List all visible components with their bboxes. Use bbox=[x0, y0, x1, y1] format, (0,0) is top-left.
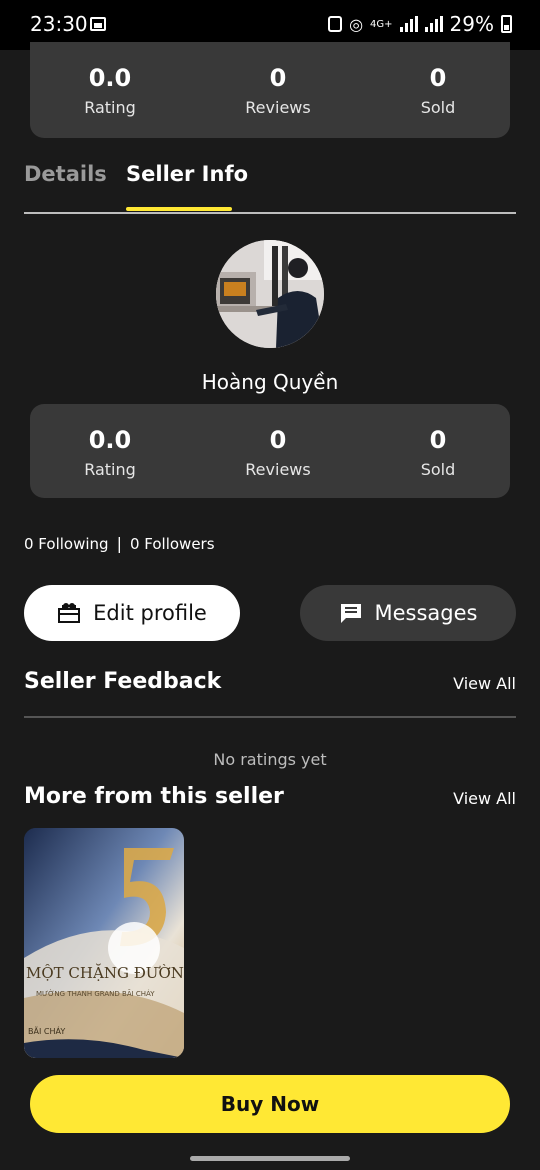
product-image: MỘT CHẶNG ĐƯỜNG MƯỜNG THANH GRAND BÃI CH… bbox=[24, 828, 184, 1058]
buy-now-label: Buy Now bbox=[220, 1092, 320, 1116]
status-time: 23:30 bbox=[30, 12, 88, 36]
stat-rating: 0.0 Rating bbox=[30, 404, 190, 479]
stat-value: 0 bbox=[429, 426, 447, 454]
stat-label: Rating bbox=[84, 98, 136, 117]
following-count[interactable]: 0 Following bbox=[24, 535, 109, 553]
stat-label: Reviews bbox=[245, 460, 311, 479]
product-thumbnail[interactable]: MỘT CHẶNG ĐƯỜNG MƯỜNG THANH GRAND BÃI CH… bbox=[24, 828, 184, 1058]
battery-icon bbox=[501, 15, 512, 33]
stat-value: 0 bbox=[429, 64, 447, 92]
separator: | bbox=[116, 534, 122, 553]
stat-value: 0 bbox=[269, 426, 287, 454]
more-view-all-link[interactable]: View All bbox=[453, 789, 516, 808]
divider bbox=[24, 716, 516, 718]
signal-2-icon bbox=[424, 16, 443, 32]
stat-label: Rating bbox=[84, 460, 136, 479]
tab-details[interactable]: Details bbox=[24, 162, 107, 186]
buy-now-button[interactable]: Buy Now bbox=[30, 1075, 510, 1133]
product-image-line2: MƯỜNG THANH GRAND BÃI CHÁY bbox=[36, 989, 155, 998]
storefront-icon bbox=[58, 603, 81, 623]
message-icon bbox=[340, 604, 361, 623]
tab-seller-info[interactable]: Seller Info bbox=[126, 162, 248, 186]
network-type: 4G+ bbox=[370, 18, 393, 30]
stat-value: 0.0 bbox=[88, 426, 132, 454]
seller-name: Hoàng Quyền bbox=[201, 370, 339, 394]
active-tab-indicator bbox=[126, 207, 232, 211]
home-indicator[interactable] bbox=[190, 1156, 350, 1161]
seller-stats-card: 0.0 Rating 0 Reviews 0 Sold bbox=[30, 404, 510, 498]
feedback-view-all-link[interactable]: View All bbox=[453, 674, 516, 693]
more-from-seller-title: More from this seller bbox=[24, 784, 284, 809]
status-indicators: ◎ 4G+ 29% bbox=[328, 12, 512, 36]
followers-count[interactable]: 0 Followers bbox=[130, 535, 215, 553]
tab-bar: Details Seller Info bbox=[24, 160, 516, 214]
stat-label: Sold bbox=[420, 98, 456, 117]
top-stats-card: 0.0 Rating 0 Reviews 0 Sold bbox=[30, 42, 510, 138]
stat-reviews: 0 Reviews bbox=[198, 42, 358, 117]
battery-percent: 29% bbox=[449, 12, 494, 36]
stat-sold: 0 Sold bbox=[358, 42, 518, 117]
messages-label: Messages bbox=[374, 601, 478, 625]
hotspot-icon: ◎ bbox=[349, 14, 364, 34]
gallery-notification-icon bbox=[90, 17, 106, 31]
stat-reviews: 0 Reviews bbox=[198, 404, 358, 479]
stat-rating: 0.0 Rating bbox=[30, 42, 190, 117]
signal-icon bbox=[399, 16, 418, 32]
product-image-line3: BÃI CHÁY bbox=[28, 1025, 65, 1036]
messages-button[interactable]: Messages bbox=[300, 585, 516, 641]
stat-value: 0.0 bbox=[88, 64, 132, 92]
sim-icon bbox=[328, 16, 343, 32]
product-image-line1: MỘT CHẶNG ĐƯỜNG bbox=[26, 963, 184, 982]
stat-label: Sold bbox=[420, 460, 456, 479]
stat-sold: 0 Sold bbox=[358, 404, 518, 479]
edit-profile-label: Edit profile bbox=[93, 601, 207, 625]
avatar-photo bbox=[216, 240, 324, 348]
no-ratings-text: No ratings yet bbox=[213, 750, 327, 769]
edit-profile-button[interactable]: Edit profile bbox=[24, 585, 240, 641]
stat-value: 0 bbox=[269, 64, 287, 92]
follow-counts: 0 Following | 0 Followers bbox=[24, 534, 215, 553]
seller-feedback-title: Seller Feedback bbox=[24, 669, 222, 694]
avatar[interactable] bbox=[216, 240, 324, 348]
stat-label: Reviews bbox=[245, 98, 311, 117]
